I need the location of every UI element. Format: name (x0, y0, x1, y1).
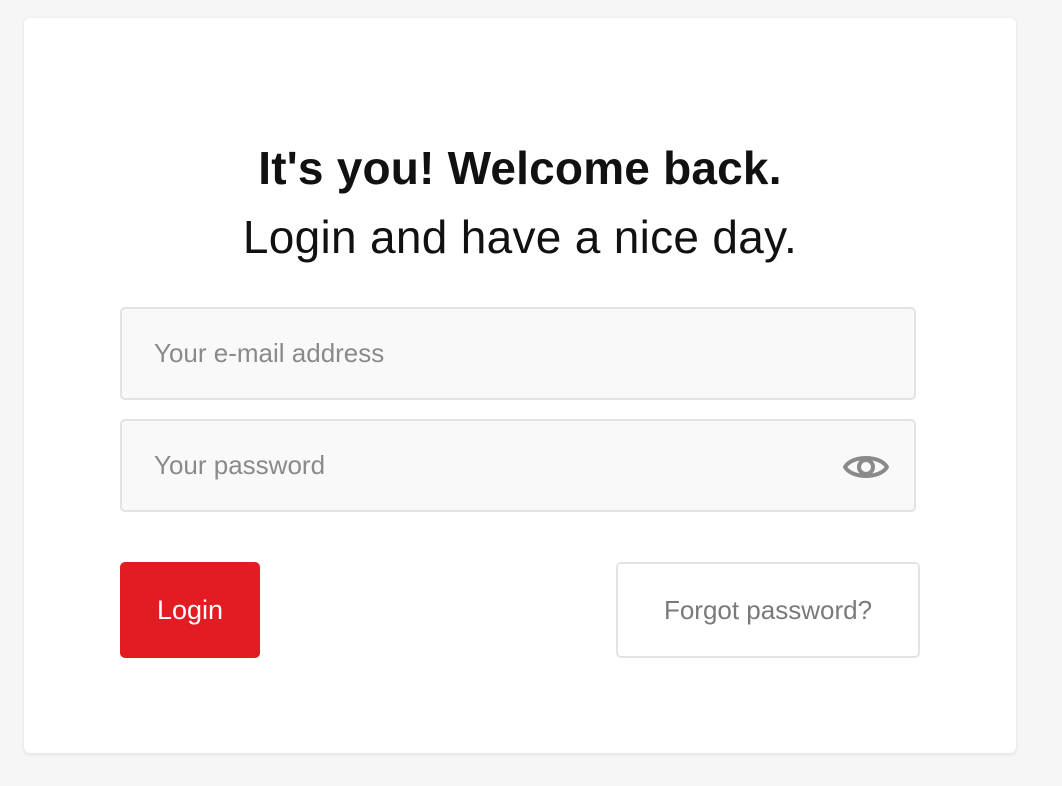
password-field[interactable] (122, 421, 914, 510)
password-field-wrapper (120, 419, 916, 512)
forgot-password-button[interactable]: Forgot password? (616, 562, 920, 658)
login-heading: It's you! Welcome back. Login and have a… (24, 142, 1016, 266)
login-card: It's you! Welcome back. Login and have a… (24, 18, 1016, 753)
welcome-title: It's you! Welcome back. (258, 142, 782, 194)
email-field[interactable] (122, 309, 914, 398)
show-password-toggle[interactable] (840, 447, 892, 487)
welcome-subtitle: Login and have a nice day. (242, 211, 798, 263)
email-field-wrapper (120, 307, 916, 400)
login-button[interactable]: Login (120, 562, 260, 658)
eye-icon (843, 456, 889, 478)
